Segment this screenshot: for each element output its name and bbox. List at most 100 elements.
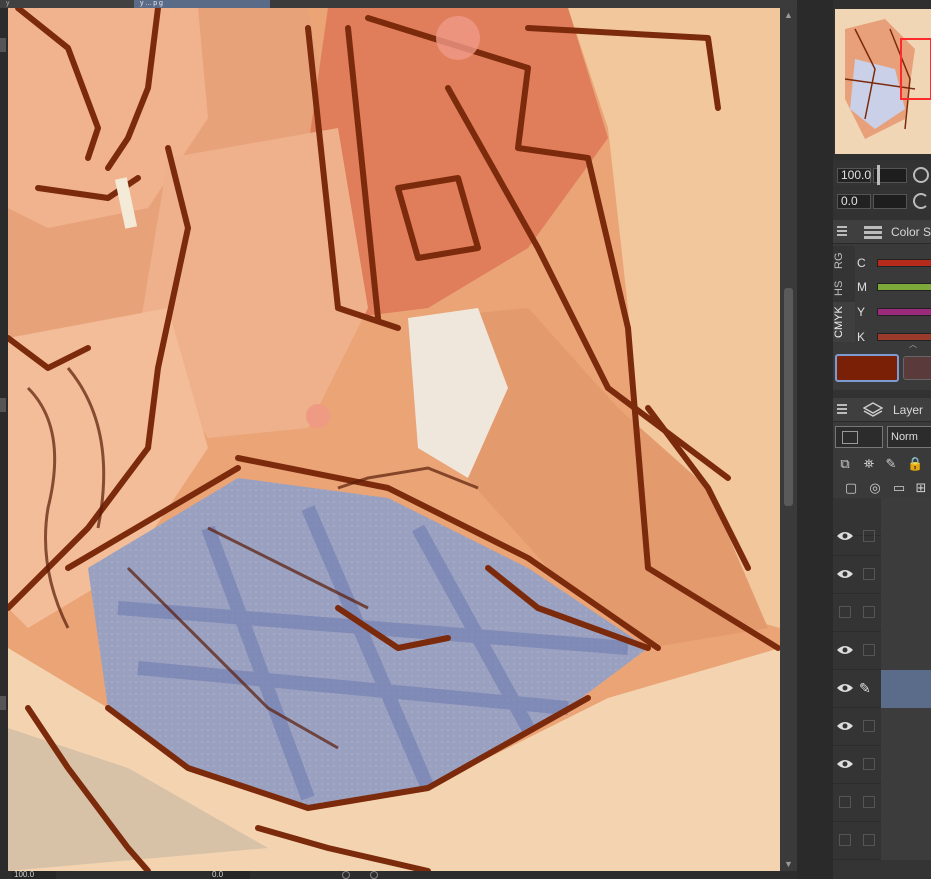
tab-cmyk[interactable]: CMYK bbox=[833, 302, 855, 342]
rotation-field[interactable]: 0.0 bbox=[210, 871, 250, 879]
dock-handle[interactable] bbox=[0, 696, 6, 710]
layer-lock-checkbox[interactable] bbox=[863, 644, 875, 656]
new-folder-icon[interactable]: ▭ bbox=[891, 480, 907, 496]
layer-lock-checkbox[interactable] bbox=[863, 758, 875, 770]
slider-track[interactable] bbox=[877, 259, 931, 267]
color-panel-header: Color S bbox=[833, 220, 931, 244]
slider-track[interactable] bbox=[877, 283, 931, 291]
dock-handle[interactable] bbox=[0, 398, 6, 412]
layer-body[interactable] bbox=[881, 708, 931, 746]
main-color-swatch[interactable] bbox=[835, 354, 899, 382]
artwork-illustration bbox=[8, 8, 780, 871]
layer-lock-checkbox[interactable] bbox=[863, 530, 875, 542]
new-raster-layer-icon[interactable]: ▢ bbox=[843, 480, 859, 496]
navigator-zoom-field[interactable]: 100.0 bbox=[837, 168, 871, 183]
scroll-up-arrow-icon[interactable]: ▲ bbox=[780, 8, 797, 22]
dock-handle[interactable] bbox=[0, 38, 6, 52]
tab-rgb[interactable]: RG bbox=[833, 248, 855, 274]
layers-tab-icon[interactable] bbox=[863, 402, 883, 418]
panel-menu-icon[interactable] bbox=[837, 404, 847, 414]
zoom-in-icon[interactable] bbox=[370, 871, 378, 879]
panel-menu-icon[interactable] bbox=[837, 226, 847, 236]
collapse-chevron-icon[interactable]: ︿ bbox=[909, 340, 923, 350]
layer-body[interactable] bbox=[881, 594, 931, 632]
layer-lock-checkbox[interactable] bbox=[863, 796, 875, 808]
document-tab-1[interactable]: y bbox=[0, 0, 134, 8]
layer-row[interactable] bbox=[833, 556, 931, 594]
navigator-rotation-field[interactable]: 0.0 bbox=[837, 194, 871, 209]
yellow-slider[interactable]: Y bbox=[857, 301, 931, 321]
color-slider-panel: Color S RG HS CMYK C M Y K ︿ bbox=[833, 220, 931, 390]
layer-lock-checkbox[interactable] bbox=[863, 568, 875, 580]
canvas-vertical-scrollbar[interactable]: ▲ ▼ bbox=[780, 8, 797, 871]
slider-label: M bbox=[857, 280, 867, 294]
layer-body[interactable] bbox=[881, 632, 931, 670]
zoom-out-icon[interactable] bbox=[342, 871, 350, 879]
cyan-slider[interactable]: C bbox=[857, 252, 931, 272]
magenta-slider[interactable]: M bbox=[857, 276, 931, 296]
navigator-rotation-slider[interactable] bbox=[873, 194, 907, 209]
eye-icon[interactable] bbox=[836, 568, 854, 580]
document-tab-2[interactable]: y ... p g bbox=[134, 0, 270, 8]
slider-label: K bbox=[857, 330, 866, 344]
zoom-slider-knob[interactable] bbox=[877, 165, 880, 185]
eye-icon[interactable] bbox=[836, 644, 854, 656]
draft-layer-icon[interactable]: ✎ bbox=[883, 456, 899, 472]
new-vector-layer-icon[interactable]: ◎ bbox=[867, 480, 883, 496]
visibility-checkbox[interactable] bbox=[839, 834, 851, 846]
zoom-out-icon[interactable] bbox=[913, 167, 929, 183]
layer-body[interactable] bbox=[881, 746, 931, 784]
layer-body[interactable]: ⌄ bbox=[881, 518, 931, 556]
reference-layer-icon[interactable]: ⛯ bbox=[861, 456, 877, 472]
panel-divider bbox=[797, 0, 833, 879]
layer-row-selected[interactable]: ✎ bbox=[833, 670, 931, 708]
eye-icon[interactable] bbox=[836, 758, 854, 770]
layers-list: ⌄ ✎ bbox=[833, 498, 931, 879]
layer-create-toolbar: ▢ ◎ ▭ ⊞ bbox=[833, 476, 931, 500]
color-mode-tabs: RG HS CMYK bbox=[833, 246, 855, 342]
layer-row[interactable] bbox=[833, 822, 931, 860]
layer-lock-checkbox[interactable] bbox=[863, 720, 875, 732]
layer-row[interactable] bbox=[833, 746, 931, 784]
tab-hsv[interactable]: HS bbox=[833, 276, 855, 300]
slider-track[interactable] bbox=[877, 308, 931, 316]
layer-row[interactable] bbox=[833, 784, 931, 822]
eye-icon[interactable] bbox=[836, 682, 854, 694]
visibility-checkbox[interactable] bbox=[839, 796, 851, 808]
layer-row[interactable] bbox=[833, 708, 931, 746]
clip-studio-window: y y ... p g ▲ ▼ 100.0 0.0 100.0 0.0 Colo… bbox=[0, 0, 931, 879]
scroll-thumb[interactable] bbox=[784, 288, 793, 506]
layer-lock-checkbox[interactable] bbox=[863, 834, 875, 846]
layer-lock-checkbox[interactable] bbox=[863, 606, 875, 618]
layer-panel-title: Layer bbox=[893, 403, 924, 417]
drawing-canvas[interactable] bbox=[8, 8, 780, 871]
visibility-checkbox[interactable] bbox=[839, 606, 851, 618]
layer-body[interactable] bbox=[881, 670, 931, 708]
color-panel-title: Color S bbox=[891, 225, 931, 239]
eye-icon[interactable] bbox=[836, 530, 854, 542]
canvas-status-bar: 100.0 0.0 bbox=[0, 871, 800, 879]
navigator-panel bbox=[833, 0, 931, 160]
navigator-preview[interactable] bbox=[835, 9, 931, 154]
layer-row-folder[interactable]: ⌄ bbox=[833, 518, 931, 556]
navigator-zoom-row: 100.0 bbox=[833, 164, 931, 186]
document-tab-strip: y y ... p g bbox=[0, 0, 800, 8]
layer-property-bar: Norm bbox=[833, 424, 931, 450]
layer-row[interactable] bbox=[833, 632, 931, 670]
blend-mode-dropdown[interactable]: Norm bbox=[887, 426, 931, 448]
layer-color-dropdown[interactable] bbox=[835, 426, 883, 448]
layer-row[interactable] bbox=[833, 594, 931, 632]
sub-color-swatch[interactable] bbox=[903, 356, 931, 380]
layer-body[interactable] bbox=[881, 556, 931, 594]
clip-layer-icon[interactable]: ⧉ bbox=[837, 456, 853, 472]
scroll-down-arrow-icon[interactable]: ▼ bbox=[780, 857, 797, 871]
lock-icon[interactable]: 🔒 bbox=[907, 456, 923, 472]
merge-layer-icon[interactable]: ⊞ bbox=[913, 480, 929, 496]
layer-body[interactable] bbox=[881, 822, 931, 860]
eye-icon[interactable] bbox=[836, 720, 854, 732]
color-slider-tab-icon[interactable] bbox=[863, 224, 883, 240]
layer-body[interactable] bbox=[881, 784, 931, 822]
reset-rotation-icon[interactable] bbox=[913, 193, 929, 209]
navigator-rotation-row: 0.0 bbox=[833, 190, 931, 212]
zoom-field[interactable]: 100.0 bbox=[12, 871, 56, 879]
